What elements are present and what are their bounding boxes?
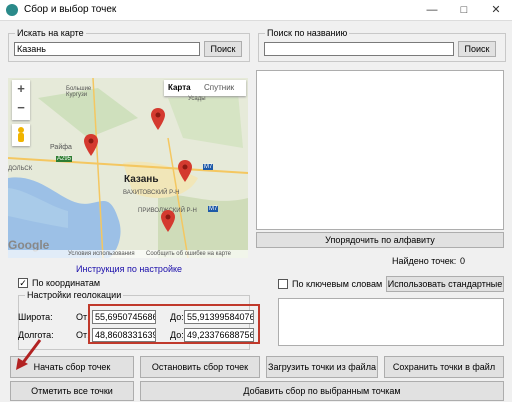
sort-alphabet-button[interactable]: Упорядочить по алфавиту bbox=[256, 232, 504, 248]
keywords-textarea[interactable] bbox=[278, 298, 504, 346]
zoom-in-button[interactable]: + bbox=[12, 81, 30, 96]
map-pin-icon[interactable] bbox=[84, 134, 98, 156]
place-usady: Усады bbox=[188, 96, 206, 102]
lat-to-input[interactable]: 55,91399584076: bbox=[184, 310, 254, 324]
stop-collect-button[interactable]: Остановить сбор точек bbox=[140, 356, 260, 378]
by-coords-label: По координатам bbox=[32, 278, 101, 288]
close-icon[interactable]: ✕ bbox=[482, 2, 510, 18]
results-list[interactable] bbox=[256, 70, 504, 230]
place-vakh: ВАХИТОВСКИЙ Р-Н bbox=[123, 190, 180, 196]
app-icon bbox=[6, 4, 18, 16]
load-points-button[interactable]: Загрузить точки из файла bbox=[266, 356, 378, 378]
map-pin-icon[interactable] bbox=[151, 108, 165, 130]
place-kazan: Казань bbox=[124, 174, 159, 185]
mark-all-button[interactable]: Отметить все точки bbox=[10, 381, 134, 401]
map-pin-icon[interactable] bbox=[161, 210, 175, 232]
maximize-icon[interactable]: □ bbox=[450, 2, 478, 18]
road-m7-b: M7 bbox=[208, 206, 219, 212]
street-view-control[interactable] bbox=[12, 124, 30, 146]
map-search-legend: Искать на карте bbox=[17, 28, 84, 38]
road-a295: A295 bbox=[56, 156, 73, 162]
name-search-button[interactable]: Поиск bbox=[458, 41, 496, 57]
map-report-link[interactable]: Сообщить об ошибке на карте bbox=[146, 251, 231, 257]
save-points-button[interactable]: Сохранить точки в файл bbox=[384, 356, 504, 378]
place-dolsk: ДОЛЬСК bbox=[8, 166, 33, 172]
minimize-icon[interactable]: — bbox=[418, 2, 446, 18]
zoom-out-button[interactable]: − bbox=[12, 100, 30, 115]
map-view[interactable]: Карта Спутник + − Большие Кургузи Усады … bbox=[8, 78, 248, 258]
found-points-label: Найдено точек: bbox=[392, 256, 457, 266]
tab-satellite[interactable]: Спутник bbox=[204, 83, 234, 92]
lon-from-input[interactable]: 48,8608331639( bbox=[92, 328, 156, 342]
place-rayfa: Райфа bbox=[50, 144, 72, 151]
use-standard-button[interactable]: Использовать стандартные bbox=[386, 276, 504, 292]
map-search-input[interactable]: Казань bbox=[14, 42, 200, 56]
road-m7-a: M7 bbox=[203, 164, 214, 170]
tab-map[interactable]: Карта bbox=[168, 83, 191, 92]
map-pin-icon[interactable] bbox=[178, 160, 192, 182]
name-search-input[interactable] bbox=[264, 42, 454, 56]
found-points-value: 0 bbox=[460, 256, 466, 266]
geo-settings-legend: Настройки геолокации bbox=[27, 290, 122, 300]
annotation-arrow-icon bbox=[16, 339, 42, 370]
lat-label: Широта: bbox=[18, 312, 53, 322]
lat-from-input[interactable]: 55,6950745686( bbox=[92, 310, 156, 324]
lon-to-input[interactable]: 49,23376688756: bbox=[184, 328, 254, 342]
instruction-link[interactable]: Инструкция по настройке bbox=[76, 264, 182, 274]
keywords-checkbox[interactable] bbox=[278, 279, 288, 289]
map-terms-link[interactable]: Условия использования bbox=[68, 251, 135, 257]
add-selected-button[interactable]: Добавить сбор по выбранным точкам bbox=[140, 381, 504, 401]
place-kurgusi: Большие Кургузи bbox=[66, 86, 92, 98]
pegman-icon bbox=[18, 127, 24, 142]
window-title: Сбор и выбор точек bbox=[24, 4, 117, 15]
by-coords-checkbox[interactable]: ✓ bbox=[18, 278, 28, 288]
keywords-label: По ключевым словам bbox=[292, 279, 383, 289]
map-search-button[interactable]: Поиск bbox=[204, 41, 242, 57]
name-search-legend: Поиск по названию bbox=[267, 28, 348, 38]
